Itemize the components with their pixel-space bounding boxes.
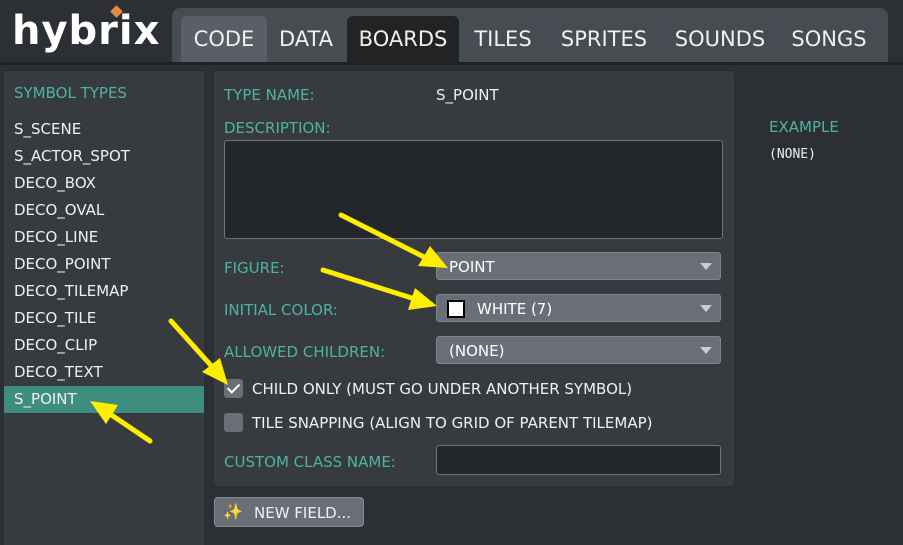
figure-select[interactable]: POINT xyxy=(436,252,721,280)
color-swatch-icon xyxy=(447,300,465,318)
logo-text: hybrix xyxy=(12,8,161,54)
example-label: EXAMPLE xyxy=(769,118,839,136)
child-only-label: CHILD ONLY (MUST GO UNDER ANOTHER SYMBOL… xyxy=(252,380,633,398)
figure-select-value: POINT xyxy=(449,258,495,276)
tab-tiles[interactable]: TILES xyxy=(463,16,543,62)
sidebar-item-deco-tile[interactable]: DECO_TILE xyxy=(4,305,204,332)
allowed-children-select-value: (NONE) xyxy=(449,342,505,360)
sidebar-item-s-point[interactable]: S_POINT xyxy=(4,386,204,413)
symbol-type-editor-panel: TYPE NAME: S_POINT DESCRIPTION: FIGURE: … xyxy=(214,71,734,486)
initial-color-label: INITIAL COLOR: xyxy=(224,301,338,319)
tab-data[interactable]: DATA xyxy=(271,16,341,62)
allowed-children-label: ALLOWED CHILDREN: xyxy=(224,343,386,361)
description-label: DESCRIPTION: xyxy=(224,119,331,137)
tab-songs[interactable]: SONGS xyxy=(781,16,877,62)
tab-sprites[interactable]: SPRITES xyxy=(549,16,659,62)
header-divider xyxy=(0,62,903,65)
tab-sounds[interactable]: SOUNDS xyxy=(665,16,775,62)
initial-color-select[interactable]: WHITE (7) xyxy=(436,294,721,322)
new-field-button-label: NEW FIELD... xyxy=(254,504,352,522)
new-field-button[interactable]: ✨ NEW FIELD... xyxy=(214,497,364,527)
chevron-down-icon xyxy=(700,263,712,270)
main-tab-bar: CODE DATA BOARDS TILES SPRITES SOUNDS SO… xyxy=(172,8,888,62)
sparkles-icon: ✨ xyxy=(223,502,243,521)
symbol-types-sidebar: SYMBOL TYPES S_SCENE S_ACTOR_SPOT DECO_B… xyxy=(4,71,204,545)
type-name-label: TYPE NAME: xyxy=(224,86,315,104)
sidebar-item-deco-text[interactable]: DECO_TEXT xyxy=(4,359,204,386)
initial-color-select-value: WHITE (7) xyxy=(477,300,553,318)
custom-class-input[interactable] xyxy=(436,445,721,475)
figure-label: FIGURE: xyxy=(224,259,285,277)
sidebar-item-deco-clip[interactable]: DECO_CLIP xyxy=(4,332,204,359)
tile-snapping-label: TILE SNAPPING (ALIGN TO GRID OF PARENT T… xyxy=(252,414,653,432)
custom-class-label: CUSTOM CLASS NAME: xyxy=(224,453,396,471)
example-value: (NONE) xyxy=(769,147,816,162)
child-only-checkbox[interactable] xyxy=(224,379,243,398)
tab-code[interactable]: CODE xyxy=(181,16,267,62)
sidebar-item-deco-tilemap[interactable]: DECO_TILEMAP xyxy=(4,278,204,305)
sidebar-item-s-scene[interactable]: S_SCENE xyxy=(4,116,204,143)
tab-boards[interactable]: BOARDS xyxy=(347,16,459,62)
sidebar-heading: SYMBOL TYPES xyxy=(14,84,127,102)
sidebar-item-deco-box[interactable]: DECO_BOX xyxy=(4,170,204,197)
chevron-down-icon xyxy=(700,305,712,312)
sidebar-item-deco-oval[interactable]: DECO_OVAL xyxy=(4,197,204,224)
type-name-value: S_POINT xyxy=(436,86,499,104)
tile-snapping-checkbox[interactable] xyxy=(224,413,243,432)
sidebar-item-deco-line[interactable]: DECO_LINE xyxy=(4,224,204,251)
chevron-down-icon xyxy=(700,347,712,354)
allowed-children-select[interactable]: (NONE) xyxy=(436,336,721,364)
sidebar-item-deco-point[interactable]: DECO_POINT xyxy=(4,251,204,278)
sidebar-item-s-actor-spot[interactable]: S_ACTOR_SPOT xyxy=(4,143,204,170)
description-textarea[interactable] xyxy=(224,140,723,239)
